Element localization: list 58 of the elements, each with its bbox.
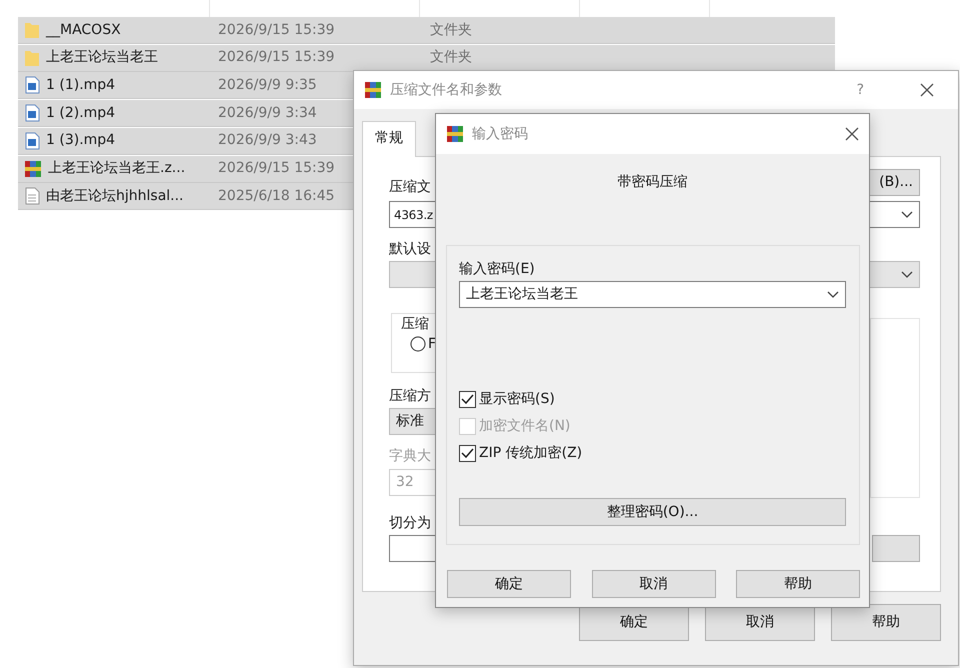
text-file-icon bbox=[24, 187, 40, 206]
field-label: 输入密码(E) bbox=[459, 260, 535, 278]
help-button[interactable]: ? bbox=[856, 80, 864, 100]
file-name: 1 (1).mp4 bbox=[46, 76, 116, 95]
field-label: 切分为 bbox=[389, 514, 431, 532]
file-name: __MACOSX bbox=[46, 20, 121, 40]
file-date: 2026/9/15 15:39 bbox=[218, 22, 335, 38]
books-icon bbox=[446, 125, 464, 143]
checkbox-label: 加密文件名(N) bbox=[479, 417, 570, 435]
file-date: 2026/9/15 15:39 bbox=[218, 160, 335, 176]
file-name: 上老王论坛当老王.z... bbox=[48, 159, 186, 178]
books-icon bbox=[24, 160, 42, 178]
folder-icon bbox=[24, 48, 40, 67]
field-label: 默认设 bbox=[389, 240, 431, 258]
field-label: 压缩方 bbox=[389, 387, 431, 405]
chevron-down-icon bbox=[901, 270, 913, 278]
checkbox[interactable] bbox=[459, 390, 476, 408]
folder-icon bbox=[24, 21, 40, 39]
dialog-heading: 带密码压缩 bbox=[618, 174, 688, 190]
file-type: 文件夹 bbox=[430, 22, 472, 38]
window-title: 输入密码 bbox=[472, 124, 529, 144]
check-icon bbox=[461, 448, 474, 458]
checkbox-label: 显示密码(S) bbox=[479, 390, 555, 408]
file-name: 1 (2).mp4 bbox=[46, 104, 116, 123]
file-date: 2026/9/9 3:43 bbox=[218, 132, 317, 148]
dialog-button[interactable]: 帮助 bbox=[736, 570, 860, 598]
file-date: 2025/6/18 16:45 bbox=[218, 188, 335, 204]
file-name: 由老王论坛hjhhlsal... bbox=[46, 186, 184, 206]
checkbox-label: ZIP 传统加密(Z) bbox=[479, 444, 582, 462]
check-icon bbox=[461, 394, 474, 404]
file-name: 1 (3).mp4 bbox=[46, 131, 116, 150]
file-date: 2026/9/15 15:39 bbox=[218, 49, 335, 66]
radio-button[interactable] bbox=[410, 336, 426, 352]
tab[interactable]: 常规 bbox=[362, 121, 416, 157]
file-row[interactable]: 上老王论坛当老王 2026/9/15 15:39 文件夹 bbox=[18, 44, 835, 72]
radio-label: F bbox=[428, 335, 436, 353]
books-icon bbox=[364, 81, 382, 99]
chevron-down-icon bbox=[827, 290, 839, 298]
video-file-icon bbox=[24, 104, 40, 122]
window-title: 压缩文件名和参数 bbox=[390, 80, 503, 100]
close-icon bbox=[920, 83, 934, 97]
dialog-button[interactable]: 帮助 bbox=[831, 604, 941, 641]
video-file-icon bbox=[24, 76, 40, 94]
file-type: 文件夹 bbox=[430, 49, 472, 66]
file-name: 上老王论坛当老王 bbox=[46, 48, 158, 68]
checkbox[interactable] bbox=[459, 444, 476, 462]
manage-passwords-button[interactable]: 整理密码(O)... bbox=[459, 498, 846, 526]
field-label: 字典大 bbox=[389, 447, 431, 465]
password-combo[interactable]: 上老王论坛当老王 bbox=[459, 281, 846, 308]
dialog-button[interactable]: 取消 bbox=[592, 570, 716, 598]
close-icon bbox=[845, 127, 859, 141]
file-row[interactable]: __MACOSX 2026/9/15 15:39 文件夹 bbox=[18, 17, 835, 44]
dialog-button[interactable]: 确定 bbox=[447, 570, 571, 598]
file-date: 2026/9/9 3:34 bbox=[218, 104, 317, 121]
file-date: 2026/9/9 9:35 bbox=[218, 76, 317, 93]
chevron-down-icon bbox=[901, 210, 913, 218]
field-label: 压缩文 bbox=[389, 178, 431, 196]
video-file-icon bbox=[24, 132, 40, 150]
